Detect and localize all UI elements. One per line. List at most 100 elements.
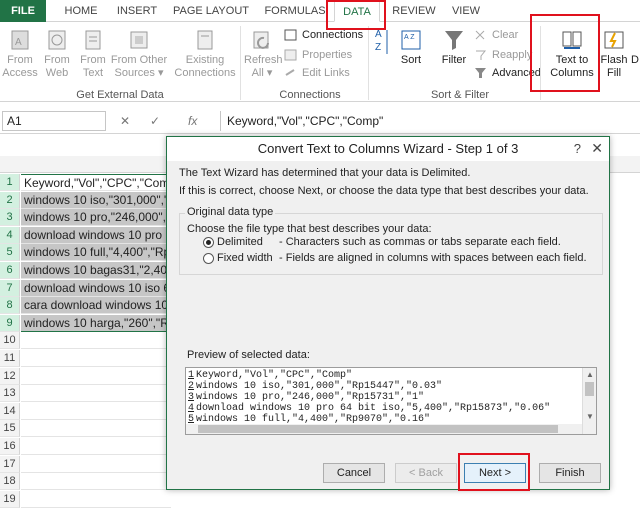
tab-home[interactable]: HOME <box>56 0 106 22</box>
row-header[interactable]: 17 <box>0 455 20 473</box>
cell-a[interactable]: windows 10 full,"4,400","Rp9070","0.16" <box>21 244 171 262</box>
separator <box>368 26 369 100</box>
row-header[interactable]: 7 <box>0 279 20 297</box>
from-text-label-1: From <box>80 54 106 66</box>
filter-button[interactable]: Filter <box>438 28 470 67</box>
cell-a[interactable]: windows 10 pro,"246,000","Rp15731","1" <box>21 209 171 227</box>
tab-review[interactable]: REVIEW <box>388 0 440 22</box>
row-header[interactable]: 6 <box>0 262 20 279</box>
fixed-width-label[interactable]: Fixed width <box>217 252 273 264</box>
access-icon: A <box>11 30 29 50</box>
web-icon <box>48 30 66 50</box>
insert-function-icon[interactable]: fx <box>188 111 197 131</box>
preview-vertical-scrollbar[interactable]: ▲ ▼ <box>582 368 596 434</box>
row-header[interactable]: 1 <box>0 174 20 191</box>
cell-a[interactable]: windows 10 bagas31,"2,400" <box>21 262 171 279</box>
cancel-entry-icon[interactable]: ✕ <box>120 111 130 131</box>
flash-fill-button[interactable]: Flash Fill <box>600 28 628 80</box>
wizard-message-1: The Text Wizard has determined that your… <box>179 167 471 179</box>
row-header[interactable]: 16 <box>0 438 20 455</box>
cell-a[interactable]: download windows 10 pro 64 bit iso <box>21 226 171 244</box>
row-header[interactable]: 15 <box>0 420 20 438</box>
cell-a[interactable] <box>21 368 171 385</box>
scroll-thumb[interactable] <box>585 382 594 396</box>
edit-links-icon <box>285 69 295 76</box>
choose-file-type-label: Choose the file type that best describes… <box>187 223 432 235</box>
row-header[interactable]: 18 <box>0 473 20 491</box>
sort-ascending-button[interactable]: AZ <box>372 26 392 64</box>
tab-page-layout[interactable]: PAGE LAYOUT <box>170 0 252 22</box>
group-get-external-data: Get External Data <box>76 89 164 101</box>
cell-a[interactable] <box>21 332 171 350</box>
cell-a[interactable] <box>21 420 171 438</box>
svg-text:A: A <box>375 29 382 40</box>
row-header[interactable]: 10 <box>0 332 20 350</box>
data-preview[interactable]: 1 Keyword,"Vol","CPC","Comp" 2 windows 10 i… <box>185 367 597 435</box>
cell-a[interactable] <box>21 385 171 403</box>
tab-insert[interactable]: INSERT <box>110 0 164 22</box>
refresh-all-button[interactable]: Refresh All ▾ <box>244 28 283 80</box>
enter-icon[interactable]: ✓ <box>150 111 160 131</box>
refresh-icon <box>253 31 269 49</box>
from-text-button[interactable]: From Text <box>76 28 110 80</box>
cell-a[interactable] <box>21 456 171 473</box>
help-icon[interactable]: ? <box>574 141 581 156</box>
row-header[interactable]: 11 <box>0 350 20 367</box>
text-to-columns-dialog: Convert Text to Columns Wizard - Step 1 … <box>166 136 610 490</box>
row-header[interactable]: 8 <box>0 297 20 315</box>
flash-fill-label-2: Fill <box>606 67 622 79</box>
cell-a[interactable] <box>21 350 171 367</box>
row-header[interactable]: 4 <box>0 226 20 244</box>
back-button[interactable]: < Back <box>395 463 457 483</box>
sort-button[interactable]: A Z Sort <box>396 28 426 67</box>
row-header[interactable]: 5 <box>0 244 20 262</box>
cell-a[interactable]: download windows 10 iso 64 bit <box>21 279 171 297</box>
cell-a[interactable]: Keyword,"Vol","CPC","Comp" <box>21 174 171 191</box>
preview-horizontal-scrollbar[interactable] <box>186 424 582 434</box>
formula-input[interactable]: Keyword,"Vol","CPC","Comp" <box>220 111 638 131</box>
from-access-button[interactable]: A From Access <box>2 28 38 80</box>
row-header[interactable]: 9 <box>0 314 20 332</box>
row-header[interactable]: 14 <box>0 402 20 420</box>
edit-links-button[interactable]: Edit Links <box>284 64 350 82</box>
existing-connections-button[interactable]: Existing Connections <box>174 28 236 80</box>
tab-view[interactable]: VIEW <box>446 0 486 22</box>
from-access-label-1: From <box>7 54 33 66</box>
delimited-label[interactable]: Delimited <box>217 236 263 248</box>
preview-line-number: 1 <box>188 370 195 381</box>
cell-a[interactable] <box>21 491 171 508</box>
cell-a[interactable]: windows 10 iso,"301,000","Rp15447","0.03… <box>21 191 171 209</box>
row-header[interactable]: 13 <box>0 385 20 403</box>
reapply-button[interactable]: Reapply <box>474 46 532 64</box>
hscroll-thumb[interactable] <box>198 425 558 433</box>
remove-duplicates-button[interactable]: D <box>630 54 640 67</box>
row-header[interactable]: 3 <box>0 209 20 227</box>
finish-button[interactable]: Finish <box>539 463 601 483</box>
from-other-sources-button[interactable]: From Other Sources ▾ <box>110 28 168 80</box>
group-connections: Connections <box>279 89 341 101</box>
preview-line-text: Keyword,"Vol","CPC","Comp" <box>196 370 353 381</box>
cell-a[interactable] <box>21 473 171 491</box>
from-web-button[interactable]: From Web <box>40 28 74 80</box>
cell-a[interactable]: windows 10 harga,"260","Rp <box>21 314 171 332</box>
scroll-up-icon[interactable]: ▲ <box>586 370 594 380</box>
highlight-next-button <box>458 453 530 491</box>
existing-connections-icon <box>197 30 213 50</box>
scroll-down-icon[interactable]: ▼ <box>586 412 594 422</box>
cell-a[interactable] <box>21 438 171 455</box>
clear-button[interactable]: Clear <box>474 26 518 44</box>
existing-label-1: Existing <box>185 54 225 66</box>
delimited-radio[interactable] <box>203 237 214 248</box>
fixed-width-radio[interactable] <box>203 253 214 264</box>
cancel-button[interactable]: Cancel <box>323 463 385 483</box>
tab-formulas[interactable]: FORMULAS <box>260 0 330 22</box>
row-header[interactable]: 2 <box>0 191 20 209</box>
row-header[interactable]: 12 <box>0 367 20 385</box>
cell-a[interactable]: cara download windows 10 <box>21 297 171 315</box>
properties-button[interactable]: Properties <box>284 46 352 64</box>
close-icon[interactable]: ✕ <box>591 140 603 157</box>
cell-a[interactable] <box>21 403 171 420</box>
name-box[interactable]: A1 <box>2 111 106 131</box>
row-header[interactable]: 19 <box>0 490 20 508</box>
tab-file[interactable]: FILE <box>0 0 46 22</box>
